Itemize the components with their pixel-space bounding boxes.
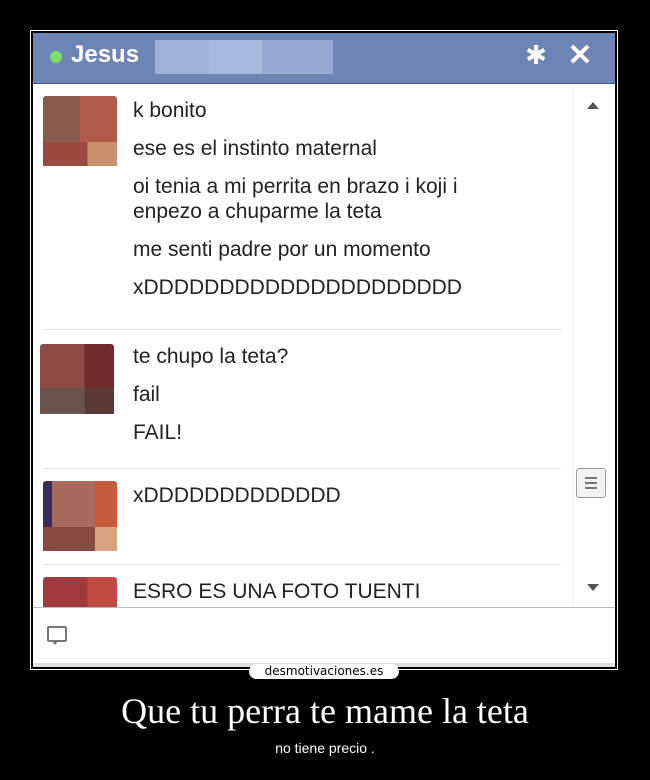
message-text: oi tenia a mi perrita en brazo i koji i … <box>133 175 458 223</box>
contact-name[interactable]: Jesus <box>71 41 139 69</box>
poster-title: Que tu perra te mame la teta <box>121 691 529 731</box>
message-text: xDDDDDDDDDDDDD <box>133 484 341 507</box>
message-text: fail <box>133 383 160 406</box>
divider <box>43 564 561 565</box>
message-list[interactable]: k bonito ese es el instinto maternal oi … <box>33 84 573 607</box>
chat-input[interactable] <box>33 607 615 664</box>
watermark[interactable]: desmotivaciones.es <box>249 664 399 679</box>
scrollbar[interactable] <box>573 84 615 607</box>
scroll-down-arrow-icon[interactable] <box>587 584 599 591</box>
avatar[interactable] <box>43 481 117 551</box>
scroll-up-arrow-icon[interactable] <box>587 102 599 109</box>
poster-subtitle: no tiene precio . <box>275 740 375 756</box>
message-text: FAIL! <box>133 421 183 444</box>
message-text: k bonito <box>133 99 207 122</box>
avatar[interactable] <box>43 577 117 607</box>
gear-icon[interactable]: ✱ <box>521 41 551 71</box>
message-text: ESRO ES UNA FOTO TUENTI <box>133 580 421 603</box>
scroll-thumb[interactable] <box>576 468 606 498</box>
chat-window: Jesus ✱ ✕ k bonito ese es el instinto ma… <box>33 33 615 667</box>
avatar[interactable] <box>40 344 114 414</box>
message-text: xDDDDDDDDDDDDDDDDDDDDD <box>133 276 462 299</box>
avatar[interactable] <box>43 96 117 166</box>
online-status-icon <box>50 51 62 63</box>
blurred-surname <box>155 40 333 74</box>
divider <box>43 468 561 469</box>
message-text: me senti padre por un momento <box>133 238 431 261</box>
divider <box>43 329 561 330</box>
chat-bubble-icon <box>47 626 67 645</box>
close-icon[interactable]: ✕ <box>565 39 595 73</box>
message-text: ese es el instinto maternal <box>133 137 377 160</box>
chat-titlebar[interactable]: Jesus ✱ ✕ <box>33 33 615 84</box>
message-text: te chupo la teta? <box>133 345 289 368</box>
